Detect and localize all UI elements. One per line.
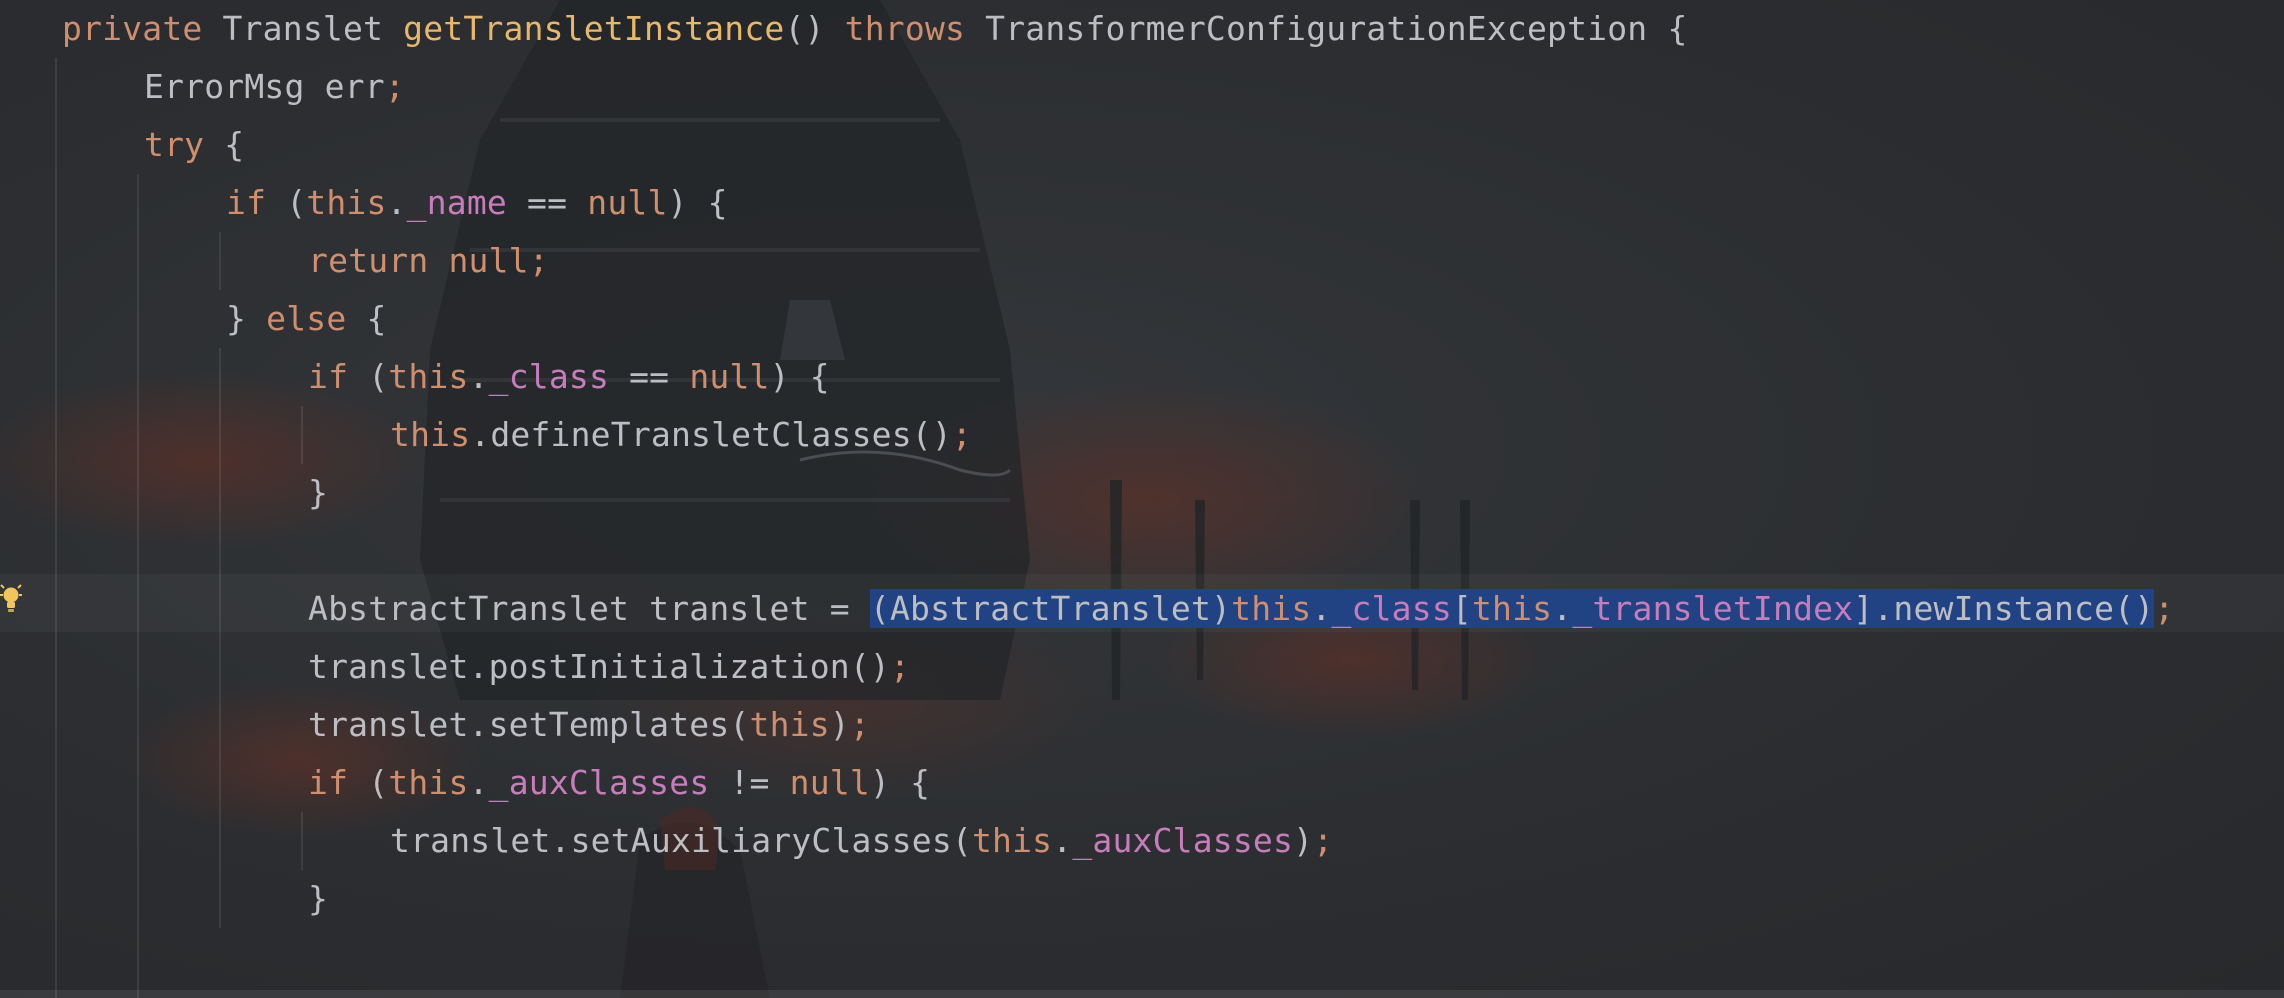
indent-guide bbox=[301, 812, 303, 870]
code-token: ) { bbox=[869, 763, 931, 802]
code-token: translet.setTemplates( bbox=[308, 705, 750, 744]
code-line-14[interactable]: if (this._auxClasses != null) { bbox=[308, 754, 930, 812]
code-line-9[interactable]: } bbox=[308, 464, 328, 522]
code-token: this bbox=[388, 357, 469, 396]
code-token: .defineTransletClasses() bbox=[470, 415, 952, 454]
selected-code-token: . bbox=[1552, 589, 1573, 628]
selected-code-token: _class bbox=[1331, 589, 1452, 628]
code-line-1[interactable]: private Translet getTransletInstance() t… bbox=[62, 0, 1688, 58]
code-token: ) { bbox=[667, 183, 728, 222]
code-line-16[interactable]: } bbox=[308, 870, 328, 928]
indent-guide bbox=[219, 348, 221, 928]
code-token: _auxClasses bbox=[488, 763, 710, 802]
code-token: null bbox=[689, 357, 770, 396]
code-token: } bbox=[226, 299, 267, 338]
code-token: ; bbox=[384, 67, 405, 106]
indent-guide bbox=[219, 232, 221, 290]
code-token: null bbox=[448, 241, 529, 280]
selected-code-token: this bbox=[1471, 589, 1553, 628]
code-token: if bbox=[308, 763, 349, 802]
code-line-3[interactable]: try { bbox=[144, 116, 244, 174]
indent-guide bbox=[137, 174, 139, 998]
code-line-4[interactable]: if (this._name == null) { bbox=[226, 174, 728, 232]
indent-guide bbox=[301, 406, 303, 464]
code-line-15[interactable]: translet.setAuxiliaryClasses(this._auxCl… bbox=[390, 812, 1333, 870]
code-token: ErrorMsg err bbox=[144, 67, 385, 106]
code-line-7[interactable]: if (this._class == null) { bbox=[308, 348, 830, 406]
code-token: == bbox=[506, 183, 588, 222]
code-token: this bbox=[749, 705, 830, 744]
selected-code-token: [ bbox=[1451, 589, 1472, 628]
code-token: translet.postInitialization() bbox=[308, 647, 890, 686]
code-token: private bbox=[62, 9, 203, 48]
code-token: . bbox=[386, 183, 407, 222]
code-token: _auxClasses bbox=[1072, 821, 1294, 860]
code-token: this bbox=[390, 415, 471, 454]
indent-guide bbox=[55, 58, 57, 998]
code-token: ( bbox=[348, 357, 389, 396]
code-token: TransformerConfigurationException { bbox=[965, 9, 1688, 48]
code-line-5[interactable]: return null; bbox=[308, 232, 549, 290]
code-token: try bbox=[144, 125, 205, 164]
code-token: ; bbox=[889, 647, 911, 686]
code-token: getTransletInstance bbox=[403, 9, 785, 48]
code-token: ; bbox=[1313, 821, 1334, 860]
code-token: ; bbox=[849, 705, 870, 744]
code-token: this bbox=[388, 763, 469, 802]
code-line-2[interactable]: ErrorMsg err; bbox=[144, 58, 405, 116]
code-line-6[interactable]: } else { bbox=[226, 290, 387, 348]
code-token: translet.setAuxiliaryClasses( bbox=[390, 821, 972, 860]
code-token: { bbox=[204, 125, 245, 164]
code-token: null bbox=[587, 183, 668, 222]
code-token: if bbox=[308, 357, 349, 396]
code-token: else bbox=[266, 299, 347, 338]
code-token: ) { bbox=[769, 357, 830, 396]
code-token: ( bbox=[266, 183, 307, 222]
selected-code-token: ].newInstance() bbox=[1853, 589, 2155, 628]
code-token: _name bbox=[406, 183, 507, 222]
code-line-13[interactable]: translet.setTemplates(this); bbox=[308, 696, 870, 754]
code-token: this bbox=[971, 821, 1053, 860]
code-token: { bbox=[346, 299, 387, 338]
code-token: null bbox=[789, 763, 870, 802]
code-token: () bbox=[784, 9, 845, 48]
code-token: . bbox=[1052, 821, 1073, 860]
code-token: AbstractTranslet translet = bbox=[308, 589, 870, 628]
lightbulb-icon[interactable] bbox=[0, 581, 22, 621]
selected-code-token: this bbox=[1231, 589, 1312, 628]
code-editor[interactable]: private Translet getTransletInstance() t… bbox=[0, 0, 2284, 998]
code-token: this bbox=[306, 183, 387, 222]
code-token: . bbox=[468, 357, 489, 396]
code-token: ) bbox=[1293, 821, 1314, 860]
code-token: ) bbox=[829, 705, 850, 744]
code-line-12[interactable]: translet.postInitialization(); bbox=[308, 638, 910, 696]
code-token: if bbox=[226, 183, 267, 222]
code-token: == bbox=[609, 357, 690, 396]
selected-code-token: . bbox=[1311, 589, 1332, 628]
code-token: ; bbox=[528, 241, 549, 280]
horizontal-scrollbar[interactable] bbox=[0, 990, 2284, 998]
code-line-8[interactable]: this.defineTransletClasses(); bbox=[390, 406, 972, 464]
code-token: != bbox=[709, 763, 790, 802]
code-token: } bbox=[308, 879, 329, 918]
code-token: } bbox=[308, 473, 329, 512]
code-token: . bbox=[468, 763, 489, 802]
code-token: Translet bbox=[202, 9, 404, 48]
code-token: ; bbox=[2154, 589, 2175, 628]
code-token: throws bbox=[844, 9, 966, 48]
code-token: return bbox=[308, 241, 429, 280]
code-token: _class bbox=[488, 357, 610, 396]
selected-code-token: _transletIndex bbox=[1572, 589, 1854, 628]
code-token: ; bbox=[951, 415, 972, 454]
selected-code-token: (AbstractTranslet) bbox=[869, 589, 1232, 628]
code-token: ( bbox=[348, 763, 389, 802]
code-line-11[interactable]: AbstractTranslet translet = (AbstractTra… bbox=[308, 580, 2174, 638]
